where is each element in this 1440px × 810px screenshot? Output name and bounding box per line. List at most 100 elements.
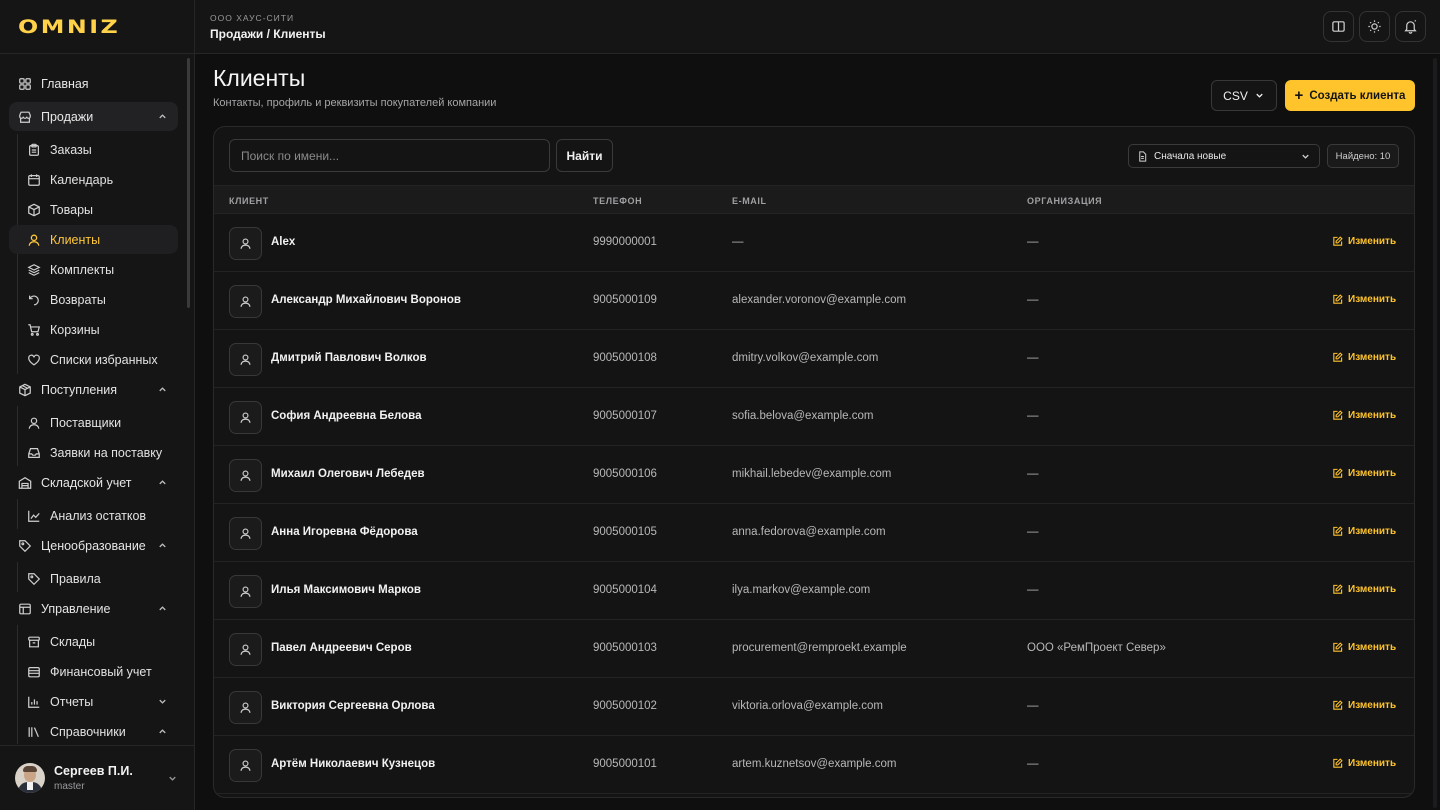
breadcrumb: Продажи / Клиенты — [210, 27, 326, 41]
rotate-ccw-icon — [29, 294, 39, 305]
column-header-organization: ОРГАНИЗАЦИЯ — [1027, 196, 1103, 206]
sidebar-item-label: Корзины — [50, 322, 100, 337]
edit-label: Изменить — [1348, 352, 1397, 363]
plus-icon: + — [1294, 87, 1304, 104]
client-phone: 9005000104 — [593, 584, 657, 596]
sidebar-item-calendar[interactable]: Календарь — [9, 165, 178, 194]
sidebar-item-clients[interactable]: Клиенты — [9, 225, 178, 254]
sidebar-scrollbar[interactable] — [187, 58, 190, 308]
sidebar-group-label: Ценообразование — [41, 538, 146, 553]
edit-client-button[interactable]: Изменить — [1332, 584, 1396, 595]
chevron-up-icon — [159, 729, 166, 734]
edit-client-button[interactable]: Изменить — [1332, 236, 1396, 247]
sidebar-item-label: Комплекты — [50, 262, 115, 277]
table-row[interactable]: Артём Николаевич Кузнецов 9005000101 artem… — [214, 736, 1414, 794]
sidebar-item-warehouses[interactable]: Склады — [9, 627, 178, 656]
sidebar-item-suppliers[interactable]: Поставщики — [9, 408, 178, 437]
file-icon — [1139, 150, 1147, 162]
docs-button[interactable] — [1323, 11, 1354, 42]
sidebar-item-carts[interactable]: Корзины — [9, 315, 178, 344]
page-scrollbar[interactable] — [1433, 58, 1437, 808]
user-menu[interactable]: Сергеев П.И. master — [0, 745, 194, 810]
create-client-button[interactable]: + Создать клиента — [1285, 80, 1415, 111]
edit-client-button[interactable]: Изменить — [1332, 294, 1396, 305]
edit-icon — [1333, 236, 1343, 246]
notifications-button[interactable] — [1395, 11, 1426, 42]
edit-client-button[interactable]: Изменить — [1332, 468, 1396, 479]
sidebar-item-rules[interactable]: Правила — [9, 564, 178, 593]
client-email: ilya.markov@example.com — [732, 584, 871, 596]
find-button[interactable]: Найти — [556, 139, 613, 172]
user-icon — [240, 354, 251, 365]
search-input[interactable] — [229, 139, 550, 172]
table-row[interactable]: Alex 9990000001 — — Изменить — [214, 214, 1414, 272]
sort-select[interactable]: Сначала новые — [1128, 144, 1320, 168]
chevron-down-icon — [1256, 93, 1263, 98]
sidebar-group-sales[interactable]: Продажи — [9, 102, 178, 131]
client-organization: — — [1027, 236, 1039, 248]
sort-value: Сначала новые — [1154, 150, 1227, 162]
sidebar-item-supply-requests[interactable]: Заявки на поставку — [9, 438, 178, 467]
csv-label: CSV — [1223, 88, 1248, 103]
sidebar-item-returns[interactable]: Возвраты — [9, 285, 178, 314]
sidebar-group-receipts[interactable]: Поступления — [9, 375, 178, 404]
edit-client-button[interactable]: Изменить — [1332, 700, 1396, 711]
sidebar-item-finance[interactable]: Финансовый учет — [9, 657, 178, 686]
client-name[interactable]: Артём Николаевич Кузнецов — [271, 758, 435, 770]
book-open-icon — [1332, 21, 1345, 32]
edit-client-button[interactable]: Изменить — [1332, 410, 1396, 421]
logo[interactable]: OMNIZ — [0, 0, 194, 54]
client-name[interactable]: Alex — [271, 236, 295, 248]
client-name[interactable]: Илья Максимович Марков — [271, 584, 421, 596]
sidebar-item-home[interactable]: Главная — [9, 69, 178, 98]
store-icon — [19, 111, 31, 123]
table-row[interactable]: Илья Максимович Марков 9005000104 ilya.mar… — [214, 562, 1414, 620]
sidebar-group-pricing[interactable]: Ценообразование — [9, 531, 178, 560]
client-organization: — — [1027, 758, 1039, 770]
client-name[interactable]: Анна Игоревна Фёдорова — [271, 526, 418, 538]
table-row[interactable]: Павел Андреевич Серов 9005000103 procureme… — [214, 620, 1414, 678]
client-name[interactable]: Александр Михайлович Воронов — [271, 294, 461, 306]
archive-icon — [28, 636, 40, 647]
client-name[interactable]: Виктория Сергеевна Орлова — [271, 700, 435, 712]
user-icon — [28, 234, 40, 246]
sidebar-item-reports[interactable]: Отчеты — [9, 687, 178, 716]
csv-export-button[interactable]: CSV — [1211, 80, 1277, 111]
bar-chart-icon — [28, 696, 40, 708]
edit-icon — [1333, 526, 1343, 536]
sidebar-item-directories[interactable]: Справочники — [9, 717, 178, 744]
client-name[interactable]: Михаил Олегович Лебедев — [271, 468, 425, 480]
table-row[interactable]: Анна Игоревна Фёдорова 9005000105 anna.fed… — [214, 504, 1414, 562]
column-header-client: КЛИЕНТ — [229, 196, 269, 206]
sidebar-item-orders[interactable]: Заказы — [9, 135, 178, 164]
table-row[interactable]: Александр Михайлович Воронов 9005000109 al… — [214, 272, 1414, 330]
client-phone: 9990000001 — [593, 236, 657, 248]
client-organization: — — [1027, 584, 1039, 596]
chart-line-icon — [28, 510, 40, 522]
client-phone: 9005000101 — [593, 758, 657, 770]
sidebar-group-warehouse[interactable]: Складской учет — [9, 468, 178, 497]
client-phone: 9005000106 — [593, 468, 657, 480]
edit-client-button[interactable]: Изменить — [1332, 526, 1396, 537]
edit-client-button[interactable]: Изменить — [1332, 758, 1396, 769]
sidebar-item-stock-analysis[interactable]: Анализ остатков — [9, 501, 178, 530]
client-name[interactable]: Павел Андреевич Серов — [271, 642, 412, 654]
sidebar-item-products[interactable]: Товары — [9, 195, 178, 224]
sidebar-item-label: Справочники — [50, 724, 126, 739]
edit-client-button[interactable]: Изменить — [1332, 352, 1396, 363]
theme-toggle-button[interactable] — [1359, 11, 1390, 42]
table-row[interactable]: София Андреевна Белова 9005000107 sofia.be… — [214, 388, 1414, 446]
table-row[interactable]: Михаил Олегович Лебедев 9005000106 mikhail… — [214, 446, 1414, 504]
heart-icon — [28, 354, 40, 366]
sun-icon — [1368, 20, 1381, 33]
sidebar-item-bundles[interactable]: Комплекты — [9, 255, 178, 284]
client-name[interactable]: София Андреевна Белова — [271, 410, 422, 422]
sidebar-item-wishlists[interactable]: Списки избранных — [9, 345, 178, 374]
client-name[interactable]: Дмитрий Павлович Волков — [271, 352, 427, 364]
sidebar-group-management[interactable]: Управление — [9, 594, 178, 623]
edit-client-button[interactable]: Изменить — [1332, 642, 1396, 653]
edit-icon — [1333, 758, 1343, 768]
table-row[interactable]: Дмитрий Павлович Волков 9005000108 dmitry.… — [214, 330, 1414, 388]
table-row[interactable]: Виктория Сергеевна Орлова 9005000102 vikto… — [214, 678, 1414, 736]
library-icon — [28, 726, 39, 737]
